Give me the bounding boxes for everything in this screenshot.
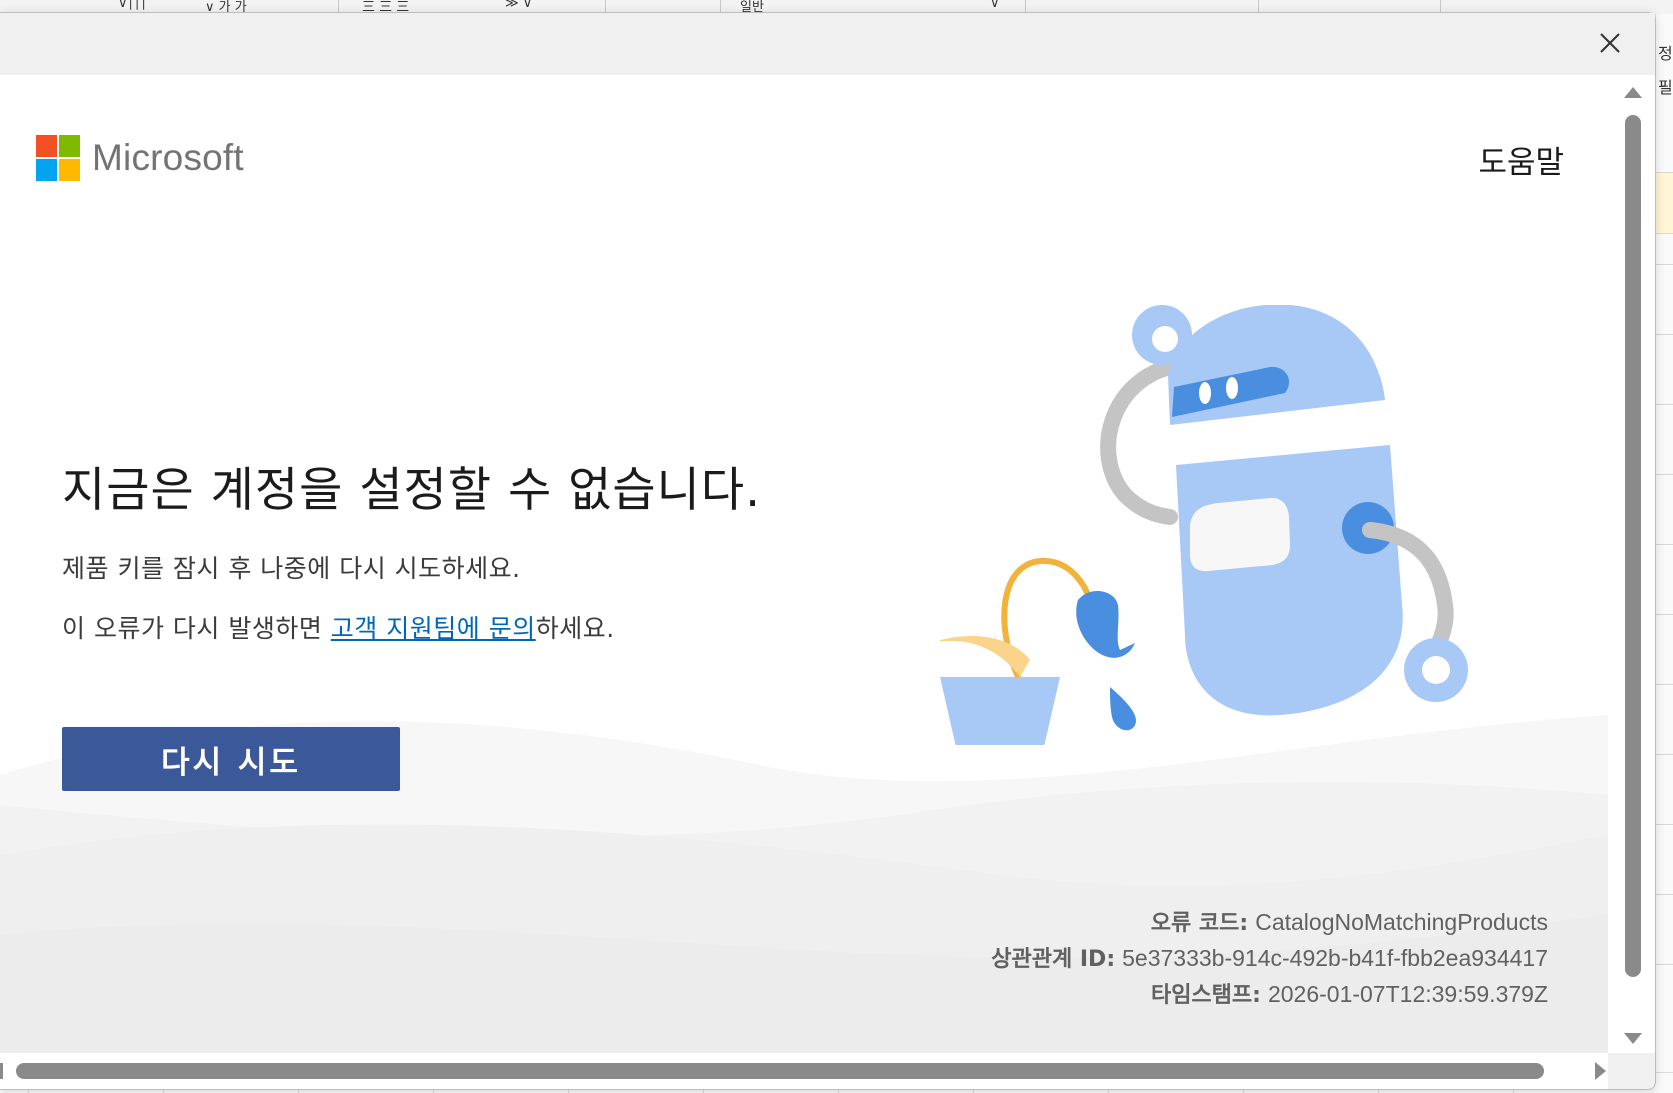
close-button[interactable] bbox=[1590, 23, 1630, 63]
scroll-left-icon[interactable] bbox=[0, 1063, 3, 1079]
error-heading: 지금은 계정을 설정할 수 없습니다. bbox=[62, 463, 762, 518]
message-prefix: 이 오류가 다시 발생하면 bbox=[62, 614, 331, 643]
error-message-line2: 이 오류가 다시 발생하면 고객 지원팀에 문의하세요. bbox=[62, 609, 615, 645]
error-code-label: 오류 코드: bbox=[1150, 911, 1249, 936]
account-setup-dialog: Microsoft 도움말 지금은 계정을 설정할 수 없습니다. 제품 키를 … bbox=[0, 12, 1656, 1090]
timestamp-row: 타임스탬프: 2026-01-07T12:39:59.379Z bbox=[991, 977, 1548, 1013]
error-details: 오류 코드: CatalogNoMatchingProducts 상관관계 ID… bbox=[991, 905, 1548, 1013]
sheet-edge-text: 필 bbox=[1658, 78, 1673, 97]
ribbon-fragment: ∨∣∣∣ bbox=[118, 0, 148, 11]
ribbon-fragment: ≫ ∨ bbox=[505, 0, 533, 11]
horizontal-scrollbar[interactable] bbox=[0, 1053, 1608, 1089]
sheet-edge-text: 정 bbox=[1658, 44, 1673, 63]
retry-button[interactable]: 다시 시도 bbox=[62, 727, 400, 791]
error-message-line1: 제품 키를 잠시 후 나중에 다시 시도하세요. bbox=[62, 554, 521, 583]
vertical-scroll-thumb[interactable] bbox=[1625, 115, 1641, 977]
error-code-value: CatalogNoMatchingProducts bbox=[1255, 909, 1548, 935]
microsoft-wordmark: Microsoft bbox=[92, 137, 244, 178]
scroll-down-icon[interactable] bbox=[1624, 1033, 1642, 1044]
scroll-up-icon[interactable] bbox=[1624, 87, 1642, 98]
horizontal-scroll-thumb[interactable] bbox=[16, 1063, 1544, 1079]
close-icon bbox=[1600, 33, 1620, 53]
robot-plant-illustration bbox=[940, 305, 1468, 745]
ribbon-fragment: ∨ bbox=[990, 0, 1000, 11]
microsoft-logo: Microsoft bbox=[36, 135, 244, 181]
timestamp-label: 타임스탬프: bbox=[1150, 983, 1261, 1008]
contact-support-link[interactable]: 고객 지원팀에 문의 bbox=[331, 614, 536, 643]
vertical-scrollbar[interactable] bbox=[1608, 75, 1655, 1053]
dialog-titlebar bbox=[0, 13, 1655, 75]
scroll-right-icon[interactable] bbox=[1595, 1062, 1606, 1080]
microsoft-logo-icon bbox=[36, 135, 80, 181]
dialog-content: Microsoft 도움말 지금은 계정을 설정할 수 없습니다. 제품 키를 … bbox=[0, 75, 1608, 1053]
background-sheet-edge: 정 필 bbox=[1655, 14, 1673, 1092]
error-code-row: 오류 코드: CatalogNoMatchingProducts bbox=[991, 905, 1548, 941]
help-link[interactable]: 도움말 bbox=[1478, 137, 1564, 182]
correlation-id-label: 상관관계 ID: bbox=[991, 947, 1116, 972]
message-suffix: 하세요. bbox=[535, 614, 615, 643]
correlation-id-value: 5e37333b-914c-492b-b41f-fbb2ea934417 bbox=[1122, 945, 1548, 971]
timestamp-value: 2026-01-07T12:39:59.379Z bbox=[1267, 981, 1548, 1007]
correlation-id-row: 상관관계 ID: 5e37333b-914c-492b-b41f-fbb2ea9… bbox=[991, 941, 1548, 977]
